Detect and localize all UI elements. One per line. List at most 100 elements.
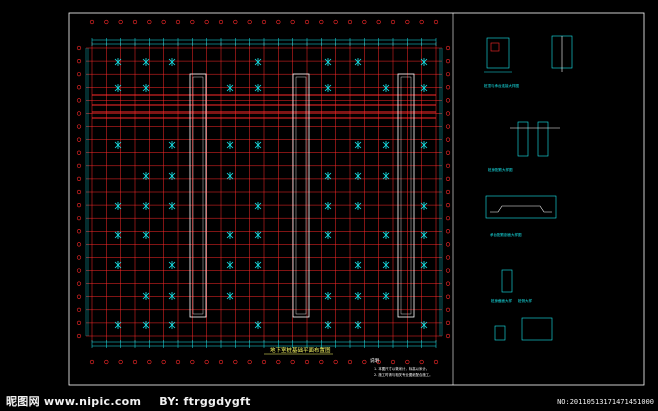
pile-cap-icon <box>142 202 150 210</box>
axis-bubble-icon <box>76 189 82 195</box>
axis-bubble-icon <box>362 359 367 365</box>
detail-caption-2: 桩身配筋大样图 <box>488 167 513 172</box>
axis-bubble-icon <box>445 85 451 90</box>
axis-bubble-icon <box>445 255 451 260</box>
axis-bubble-icon <box>132 19 138 25</box>
pile-cap-symbol <box>254 231 262 239</box>
core-wall-inner <box>400 76 412 315</box>
axis-bubble-icon <box>445 124 451 129</box>
pile-cap-symbol <box>142 84 150 92</box>
axis-bubble-icon <box>76 163 82 168</box>
axis-bubble-icon <box>118 359 123 365</box>
axis-bubble-icon <box>161 359 166 365</box>
pile-cap-symbol <box>382 261 390 269</box>
axis-bubble-icon <box>419 359 424 365</box>
pile-cap-icon <box>324 292 332 300</box>
pile-cap-icon <box>142 58 150 66</box>
pile-cap-icon <box>324 321 332 329</box>
pile-cap-symbol <box>254 58 262 66</box>
axis-bubble-icon <box>76 307 82 312</box>
pile-cap-icon <box>142 321 150 329</box>
pile-cap-icon <box>354 321 362 329</box>
axis-bubble-icon <box>433 359 439 365</box>
axis-bubble-icon <box>76 294 82 299</box>
axis-bubble-icon <box>76 320 82 326</box>
core-wall <box>397 73 415 318</box>
notes-line-1: 1. 本图尺寸以毫米计，标高以米计。 <box>374 366 429 371</box>
pile-cap-symbol <box>324 58 332 66</box>
watermark-author: BY: ftrggdygft <box>159 395 251 408</box>
pile-cap-icon <box>382 261 390 269</box>
axis-bubble-icon <box>247 19 252 25</box>
detail-caption-1: 桩顶与承台连接大样图 <box>484 83 519 88</box>
pile-cap-icon <box>168 292 176 300</box>
drawing-frame <box>68 12 645 386</box>
pile-cap-icon <box>142 84 150 92</box>
pile-cap-symbol <box>114 84 122 92</box>
pile-cap-symbol <box>254 261 262 269</box>
axis-bubble-icon <box>445 176 451 182</box>
pile-cap-icon <box>382 292 390 300</box>
axis-bubble-icon <box>76 176 82 182</box>
axis-bubble-icon <box>390 359 396 365</box>
pile-cap-icon <box>354 58 362 66</box>
axis-bubble-icon <box>445 72 451 77</box>
watermark-site[interactable]: www.nipic.com <box>44 395 141 408</box>
axis-bubble-icon <box>405 359 410 365</box>
pile-cap-icon <box>226 261 234 269</box>
core-wall-inner <box>295 76 307 315</box>
notes-line-2: 2. 施工时请与相关专业图纸配合施工。 <box>374 372 433 377</box>
axis-bubble-icon <box>247 359 252 365</box>
axis-bubble-icon <box>233 19 238 25</box>
pile-cap-symbol <box>114 261 122 269</box>
plan-title: 地下室桩基础平面布置图 <box>270 346 331 354</box>
axis-bubble-icon <box>445 229 451 234</box>
detail-1-box <box>486 37 510 69</box>
axis-bubble-icon <box>76 58 82 64</box>
pile-cap-icon <box>354 202 362 210</box>
detail-5b-box <box>494 325 506 341</box>
pile-cap-symbol <box>354 58 362 66</box>
notes-heading: 说明 <box>370 357 379 364</box>
pile-cap-icon <box>354 141 362 149</box>
axis-bubble-icon <box>261 19 267 25</box>
axis-bubble-icon <box>89 359 95 365</box>
axis-bubble-icon <box>445 307 451 312</box>
pile-cap-symbol <box>142 292 150 300</box>
axis-bubble-icon <box>204 359 209 365</box>
pile-cap-icon <box>254 261 262 269</box>
pile-cap-icon <box>168 261 176 269</box>
axis-bubble-icon <box>347 359 353 365</box>
pile-cap-symbol <box>168 141 176 149</box>
pile-cap-symbol <box>382 84 390 92</box>
detail-3-profile <box>490 205 552 213</box>
pile-cap-symbol <box>354 141 362 149</box>
axis-bubble-icon <box>89 19 95 25</box>
pile-cap-symbol <box>382 292 390 300</box>
pile-caps <box>114 58 428 329</box>
axis-bubble-icon <box>204 19 209 25</box>
axis-bubble-icon <box>76 98 82 103</box>
detail-caption-5: 桩侧大样 <box>518 298 532 303</box>
axis-bubble-icon <box>445 111 451 116</box>
pile-cap-icon <box>382 231 390 239</box>
pile-cap-symbol <box>114 231 122 239</box>
pile-cap-icon <box>226 292 234 300</box>
pile-cap-symbol <box>114 141 122 149</box>
axis-bubble-icon <box>104 19 109 25</box>
axis-bubble-icon <box>445 189 451 195</box>
pile-cap-symbol <box>354 321 362 329</box>
pile-cap-icon <box>254 58 262 66</box>
pile-cap-icon <box>142 231 150 239</box>
axis-bubble-icon <box>190 19 195 25</box>
axis-bubble-icon <box>405 19 410 25</box>
axis-bubble-icon <box>304 19 310 25</box>
pile-cap-symbol <box>168 58 176 66</box>
axis-bubble-icon <box>347 19 353 25</box>
axis-bubble-icon <box>445 281 451 286</box>
pile-cap-symbol <box>382 231 390 239</box>
pile-cap-symbol <box>354 292 362 300</box>
axis-bubble-icon <box>132 359 138 365</box>
core-walls <box>189 73 415 318</box>
pile-cap-icon <box>382 84 390 92</box>
